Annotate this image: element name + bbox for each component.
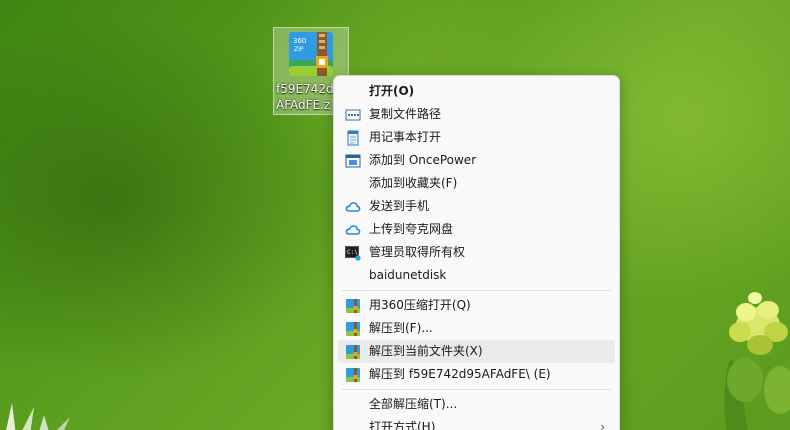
context-menu: 打开(O) 复制文件路径 用记事本打开 添加到 OncePower 添加到收藏夹… (333, 75, 620, 430)
menu-item-upload-quark[interactable]: 上传到夸克网盘 (338, 218, 615, 241)
360zip-file-icon: 360 ZIP (289, 32, 333, 76)
menu-item-add-favorites[interactable]: 添加到收藏夹(F) (338, 172, 615, 195)
menu-item-baidunetdisk[interactable]: baidunetdisk (338, 264, 615, 287)
chevron-right-icon: › (600, 420, 605, 430)
svg-text:C:\: C:\ (347, 249, 358, 256)
menu-item-label: 打开(O) (369, 84, 415, 98)
menu-item-label: 解压到 f59E742d95AFAdFE\ (E) (369, 367, 551, 381)
menu-item-label: 用记事本打开 (369, 130, 442, 144)
menu-item-open-with[interactable]: 打开方式(H) › (338, 416, 615, 430)
menu-item-open-with-360zip[interactable]: 用360压缩打开(Q) (338, 294, 615, 317)
menu-item-label: 添加到收藏夹(F) (369, 176, 458, 190)
menu-item-open[interactable]: 打开(O) (338, 80, 615, 103)
360zip-icon (346, 368, 360, 382)
menu-item-label: 解压到当前文件夹(X) (369, 344, 483, 358)
menu-item-extract-all[interactable]: 全部解压缩(T)... (338, 393, 615, 416)
cloud-icon (345, 225, 361, 235)
menu-item-label: 用360压缩打开(Q) (369, 298, 471, 312)
menu-item-label: 添加到 OncePower (369, 153, 477, 167)
menu-item-extract-to[interactable]: 解压到(F)... (338, 317, 615, 340)
terminal-icon: C:\ (345, 246, 361, 261)
wallpaper-plant (724, 292, 790, 430)
menu-item-add-oncepower[interactable]: 添加到 OncePower (338, 149, 615, 172)
wallpaper-grass (6, 403, 70, 430)
svg-text:360: 360 (293, 37, 306, 45)
menu-item-label: 复制文件路径 (369, 107, 442, 121)
360zip-icon (346, 345, 360, 359)
menu-item-take-ownership[interactable]: C:\ 管理员取得所有权 (338, 241, 615, 264)
menu-separator (342, 389, 611, 390)
menu-item-label: 解压到(F)... (369, 321, 433, 335)
menu-item-extract-to-folder[interactable]: 解压到 f59E742d95AFAdFE\ (E) (338, 363, 615, 386)
menu-item-label: 上传到夸克网盘 (369, 222, 454, 236)
menu-item-label: 打开方式(H) (369, 420, 436, 430)
notepad-icon (347, 130, 359, 146)
menu-item-copy-path[interactable]: 复制文件路径 (338, 103, 615, 126)
svg-text:ZIP: ZIP (294, 46, 304, 53)
menu-item-label: 管理员取得所有权 (369, 245, 466, 259)
360zip-icon (346, 299, 360, 313)
oncepower-icon (345, 154, 361, 168)
menu-item-label: 全部解压缩(T)... (369, 397, 458, 411)
menu-item-send-to-phone[interactable]: 发送到手机 (338, 195, 615, 218)
menu-item-open-notepad[interactable]: 用记事本打开 (338, 126, 615, 149)
menu-item-label: 发送到手机 (369, 199, 430, 213)
360zip-icon (346, 322, 360, 336)
cloud-icon (345, 202, 361, 212)
menu-item-extract-here[interactable]: 解压到当前文件夹(X) (338, 340, 615, 363)
desktop[interactable]: 360 ZIP f59E742d AFAdFE.z 打开(O) 复制文件路径 用… (0, 0, 790, 430)
menu-item-label: baidunetdisk (369, 268, 447, 282)
copy-path-icon (345, 109, 361, 121)
menu-separator (342, 290, 611, 291)
